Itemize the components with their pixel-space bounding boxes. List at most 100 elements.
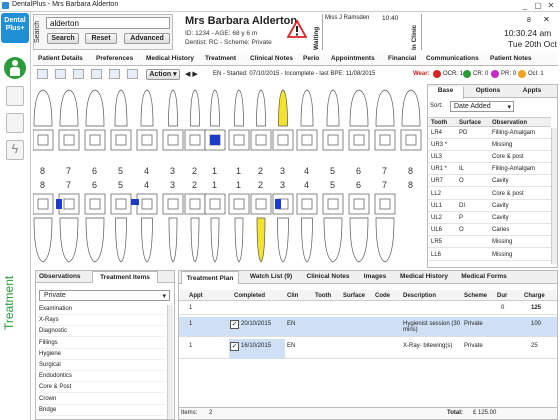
- search-input[interactable]: [46, 17, 170, 29]
- nav-medical-history[interactable]: Medical History: [146, 55, 194, 62]
- treatment-item[interactable]: Hygiene: [38, 350, 166, 360]
- lower-tooth-root[interactable]: [141, 217, 153, 263]
- nav-patient-notes[interactable]: Patient Notes: [490, 55, 532, 62]
- search-button[interactable]: Search: [47, 33, 79, 44]
- lower-tooth-root[interactable]: [190, 217, 200, 263]
- appointment-group-row[interactable]: 1 0 125: [179, 302, 557, 315]
- treatment-item[interactable]: Core & Post: [38, 383, 166, 394]
- lower-tooth-root[interactable]: [33, 217, 53, 263]
- tab-appts[interactable]: Appts: [512, 87, 552, 94]
- upper-tooth-root[interactable]: [234, 89, 244, 127]
- upper-tooth-occlusal[interactable]: [89, 134, 101, 146]
- nav-communications[interactable]: Communications: [426, 55, 479, 62]
- upper-tooth-root[interactable]: [85, 89, 105, 127]
- table-row[interactable]: 1 ✓ 16/10/2015 EN X-Ray- bitewing(s) Pri…: [179, 339, 557, 359]
- upper-tooth-root[interactable]: [278, 89, 288, 127]
- lower-tooth-occlusal[interactable]: [353, 198, 365, 210]
- lower-tooth-root[interactable]: [85, 217, 105, 263]
- lower-tooth-root[interactable]: [256, 217, 266, 263]
- warning-icon[interactable]: [287, 20, 307, 38]
- treatment-item[interactable]: Bridge: [38, 406, 166, 416]
- upper-tooth-root[interactable]: [210, 89, 220, 127]
- lower-tooth-occlusal[interactable]: [63, 198, 75, 210]
- sort-select[interactable]: Date Added ▾: [450, 101, 514, 112]
- upper-tooth-root[interactable]: [190, 89, 200, 127]
- document-icon[interactable]: [6, 113, 24, 133]
- upper-tooth-occlusal[interactable]: [277, 134, 289, 146]
- obs-row[interactable]: UL6 O Caries: [428, 226, 551, 237]
- clipboard-icon[interactable]: [6, 86, 24, 106]
- upper-tooth-root[interactable]: [256, 89, 266, 127]
- obs-row[interactable]: LL2 Core & post: [428, 189, 551, 200]
- minimize-button[interactable]: _: [520, 1, 530, 10]
- treatment-item[interactable]: Surgical: [38, 361, 166, 371]
- completed-checkbox[interactable]: ✓: [230, 342, 239, 351]
- lower-tooth-occlusal[interactable]: [141, 198, 153, 210]
- nav-perio[interactable]: Perio: [303, 55, 319, 62]
- obs-row[interactable]: UL3 Core & post: [428, 152, 551, 163]
- tab-medical-forms[interactable]: Medical Forms: [457, 273, 511, 283]
- save-icon[interactable]: [73, 69, 84, 79]
- new-icon[interactable]: [37, 69, 48, 79]
- tab-images[interactable]: Images: [359, 273, 391, 283]
- lower-tooth-root[interactable]: [115, 217, 127, 263]
- lower-tooth-root[interactable]: [349, 217, 369, 263]
- lower-tooth-occlusal[interactable]: [233, 198, 245, 210]
- lower-tooth-root[interactable]: [168, 217, 178, 263]
- upper-tooth-occlusal[interactable]: [189, 134, 201, 146]
- tab-medical-history[interactable]: Medical History: [397, 273, 451, 283]
- upper-tooth-root[interactable]: [114, 89, 128, 127]
- upper-tooth-root[interactable]: [326, 89, 340, 127]
- tab-treatment-plan[interactable]: Treatment Plan: [181, 271, 239, 284]
- upper-tooth-occlusal[interactable]: [301, 134, 313, 146]
- tab-treatment-items[interactable]: Treatment Items: [92, 271, 158, 283]
- upper-tooth-occlusal[interactable]: [167, 134, 179, 146]
- completed-checkbox[interactable]: ✓: [230, 320, 239, 329]
- upper-tooth-root[interactable]: [401, 89, 421, 127]
- close-button[interactable]: ✕: [546, 1, 556, 10]
- reset-button[interactable]: Reset: [85, 33, 117, 44]
- person-icon[interactable]: [4, 57, 26, 79]
- tab-observations[interactable]: Observations: [39, 273, 81, 280]
- lower-tooth-root[interactable]: [59, 217, 79, 263]
- upper-tooth-root[interactable]: [33, 89, 53, 127]
- dental-chart[interactable]: 8 8 7 7 6 6 5 5 4 4 3 3 2 2 1 1 1 1 2 2 3 3 4 4 5 5 6 6 7 7 8 8: [33, 82, 423, 268]
- lightning-icon[interactable]: ϟ: [6, 140, 24, 160]
- upper-tooth-root[interactable]: [168, 89, 178, 127]
- nav-preferences[interactable]: Preferences: [96, 55, 133, 62]
- lower-tooth-occlusal[interactable]: [379, 198, 391, 210]
- obs-row[interactable]: LR5 Missing: [428, 238, 551, 249]
- obs-row[interactable]: UL1 DI Cavity: [428, 201, 551, 212]
- upper-tooth-occlusal[interactable]: [233, 134, 245, 146]
- open-icon[interactable]: [55, 69, 66, 79]
- nav-appointments[interactable]: Appointments: [331, 55, 375, 62]
- lower-tooth-occlusal[interactable]: [115, 198, 127, 210]
- items-scrollbar[interactable]: [167, 305, 173, 419]
- nav-arrows[interactable]: ◀ ▶: [185, 70, 198, 78]
- treatment-item[interactable]: Diagnostic: [38, 327, 166, 338]
- obs-row[interactable]: UL2 P Cavity: [428, 213, 551, 224]
- upper-tooth-occlusal[interactable]: [405, 134, 417, 146]
- maximize-button[interactable]: ▢: [533, 1, 543, 10]
- tab-clinical-notes[interactable]: Clinical Notes: [303, 273, 353, 283]
- view-icon[interactable]: [109, 69, 120, 79]
- tab-base[interactable]: Base: [428, 87, 464, 99]
- scheme-select[interactable]: Private ▾: [39, 290, 170, 301]
- upper-tooth-root[interactable]: [349, 89, 369, 127]
- action-dropdown[interactable]: Action ▾: [146, 69, 180, 80]
- upper-tooth-root[interactable]: [59, 89, 79, 127]
- treatment-item[interactable]: Crown: [38, 395, 166, 405]
- upper-tooth-root[interactable]: [375, 89, 395, 127]
- upper-tooth-root[interactable]: [300, 89, 314, 127]
- treatment-item[interactable]: Fillings: [38, 339, 166, 349]
- treatment-item[interactable]: X-Rays: [38, 316, 166, 327]
- upper-tooth-root[interactable]: [140, 89, 154, 127]
- lower-tooth-occlusal[interactable]: [89, 198, 101, 210]
- notification-count[interactable]: 8: [527, 17, 531, 24]
- obs-scrollbar[interactable]: [551, 128, 557, 264]
- obs-row[interactable]: UR7 O Cavity: [428, 177, 551, 188]
- obs-row[interactable]: LR4 PD Filling-Amalgam: [428, 128, 551, 139]
- upper-tooth-occlusal[interactable]: [327, 134, 339, 146]
- obs-row[interactable]: UR1 * IL Filling-Amalgam: [428, 165, 551, 176]
- settings-icon[interactable]: [127, 69, 138, 79]
